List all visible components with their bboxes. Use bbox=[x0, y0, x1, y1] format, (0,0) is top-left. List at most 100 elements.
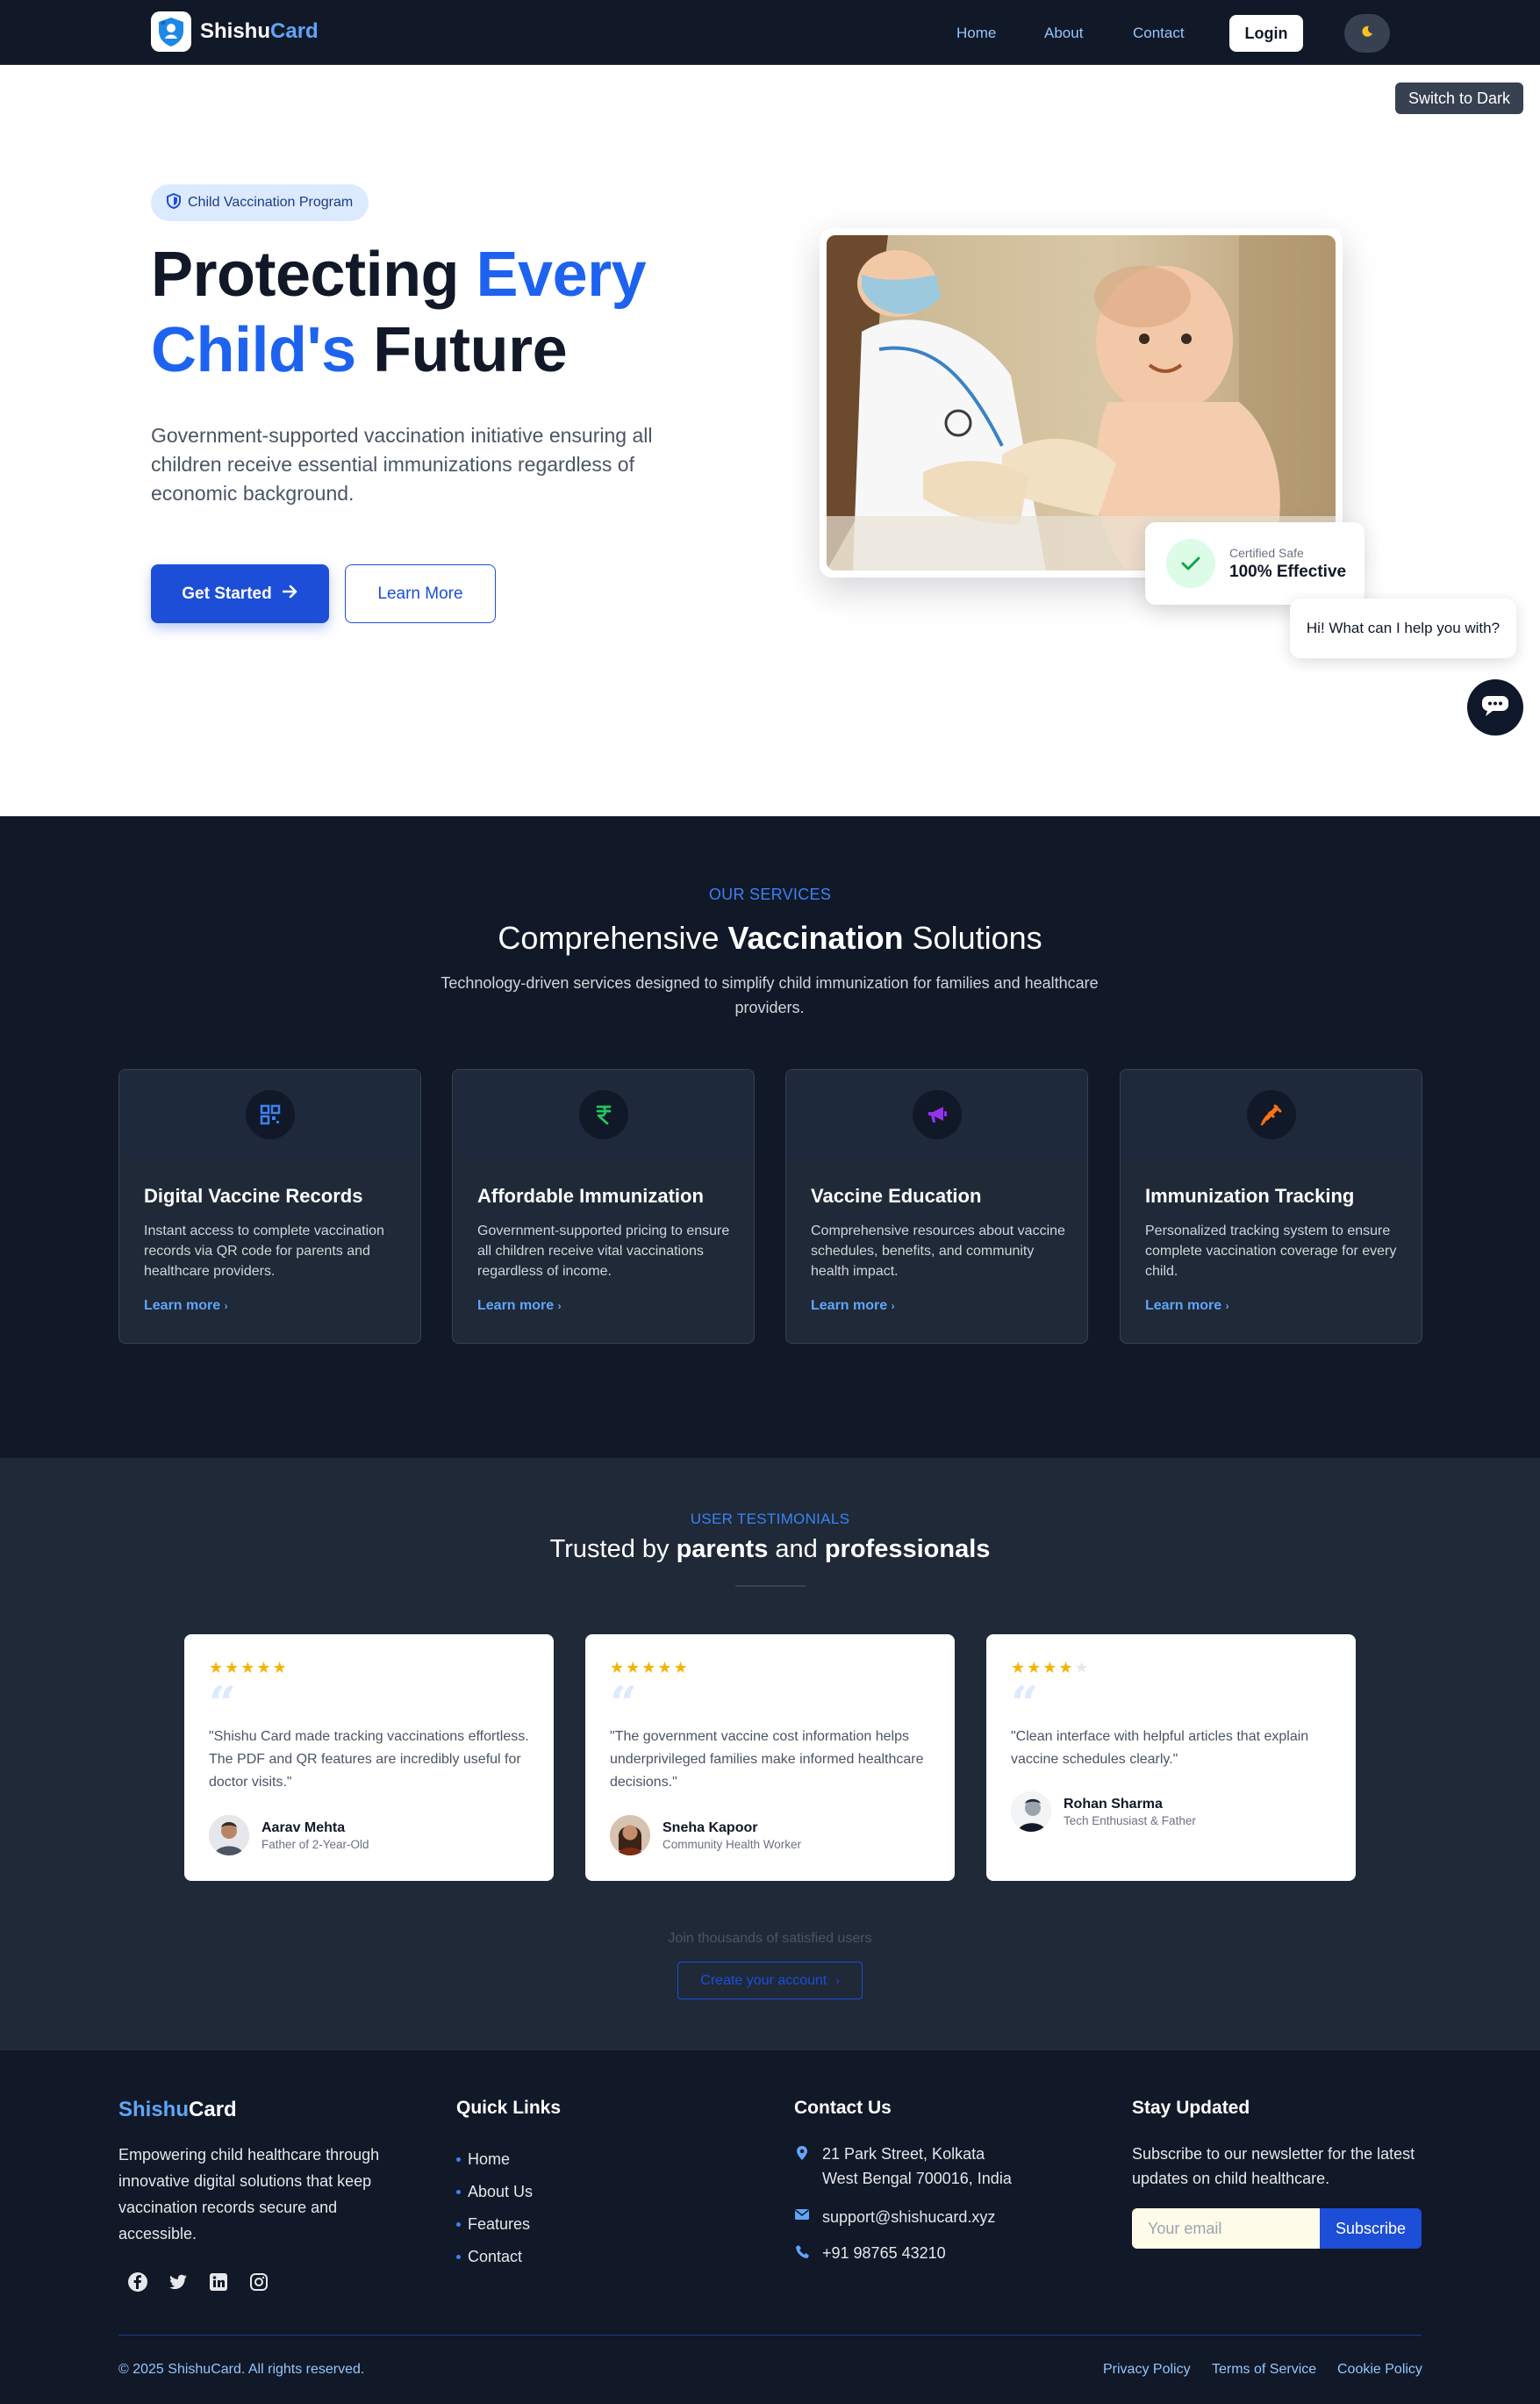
hero-title: Protecting Every Child's Future bbox=[151, 240, 647, 385]
author-name: Sneha Kapoor bbox=[663, 1819, 758, 1835]
get-started-button[interactable]: Get Started bbox=[151, 564, 329, 623]
check-icon bbox=[1166, 539, 1215, 588]
footer-link-home[interactable]: Home bbox=[456, 2143, 533, 2176]
chevron-right-icon: › bbox=[557, 1300, 562, 1312]
brand-name-part1: Shishu bbox=[200, 19, 271, 43]
linkedin-icon[interactable] bbox=[208, 2271, 229, 2293]
title-underline bbox=[735, 1585, 806, 1587]
footer-link-features[interactable]: Features bbox=[456, 2208, 533, 2241]
testimonial-text: "The government vaccine cost information… bbox=[610, 1729, 924, 1790]
service-card[interactable]: Vaccine Education Comprehensive resource… bbox=[785, 1069, 1088, 1344]
nav-link-contact[interactable]: Contact bbox=[1133, 25, 1185, 42]
services-section: OUR SERVICES Comprehensive Vaccination S… bbox=[0, 816, 1540, 1458]
newsletter-heading: Stay Updated bbox=[1132, 2098, 1250, 2118]
testimonial-card: ★★★★★ “ "Shishu Card made tracking vacci… bbox=[184, 1634, 554, 1881]
quote-icon: “ bbox=[610, 1676, 638, 1732]
shield-baby-logo-icon bbox=[151, 11, 191, 52]
testimonial-author: Aarav Mehta Father of 2-Year-Old bbox=[209, 1815, 369, 1855]
avatar bbox=[610, 1815, 650, 1855]
envelope-icon bbox=[794, 2205, 810, 2229]
syringe-icon bbox=[1246, 1090, 1296, 1139]
service-learn-more-link[interactable]: Learn more › bbox=[477, 1298, 562, 1314]
service-learn-more-link[interactable]: Learn more › bbox=[144, 1298, 228, 1314]
testimonials-section: USER TESTIMONIALS Trusted by parents and… bbox=[0, 1458, 1540, 2050]
top-navbar: ShishuCard Home About Contact Login bbox=[0, 0, 1540, 65]
switch-to-dark-button[interactable]: Switch to Dark bbox=[1395, 83, 1523, 114]
chevron-right-icon: › bbox=[891, 1300, 895, 1312]
cookie-policy-link[interactable]: Cookie Policy bbox=[1337, 2362, 1422, 2378]
quote-icon: “ bbox=[209, 1676, 237, 1732]
doctor-baby-photo bbox=[827, 235, 1336, 571]
chevron-right-icon: › bbox=[224, 1300, 228, 1312]
services-eyebrow: OUR SERVICES bbox=[708, 886, 832, 903]
testimonial-author: Sneha Kapoor Community Health Worker bbox=[610, 1815, 801, 1855]
nav-link-home[interactable]: Home bbox=[956, 25, 996, 42]
qr-code-icon bbox=[245, 1090, 295, 1139]
service-card[interactable]: Immunization Tracking Personalized track… bbox=[1120, 1069, 1422, 1344]
theme-toggle-button[interactable] bbox=[1344, 14, 1390, 53]
testimonial-card: ★★★★★ “ "Clean interface with helpful ar… bbox=[986, 1634, 1356, 1881]
chat-icon bbox=[1480, 694, 1510, 721]
hero-section: Child Vaccination Program Protecting Eve… bbox=[0, 65, 1540, 816]
quick-links-list: Home About Us Features Contact bbox=[456, 2143, 533, 2273]
chat-launcher-button[interactable] bbox=[1467, 679, 1523, 736]
quick-links-heading: Quick Links bbox=[456, 2098, 562, 2118]
author-name: Aarav Mehta bbox=[261, 1819, 346, 1835]
hero-subtitle: Government-supported vaccination initiat… bbox=[151, 424, 653, 505]
brand-name-part2: Card bbox=[270, 19, 319, 43]
newsletter-email-input[interactable] bbox=[1132, 2208, 1320, 2249]
service-learn-more-link[interactable]: Learn more › bbox=[1145, 1298, 1229, 1314]
footer-link-about[interactable]: About Us bbox=[456, 2176, 533, 2208]
privacy-policy-link[interactable]: Privacy Policy bbox=[1103, 2362, 1191, 2378]
learn-more-button[interactable]: Learn More bbox=[345, 564, 496, 623]
subscribe-button[interactable]: Subscribe bbox=[1320, 2208, 1422, 2249]
login-button[interactable]: Login bbox=[1229, 15, 1303, 52]
site-footer: ShishuCard Empowering child healthcare t… bbox=[0, 2050, 1540, 2404]
service-card-title: Digital Vaccine Records bbox=[144, 1185, 363, 1207]
footer-about: Empowering child healthcare through inno… bbox=[118, 2146, 380, 2243]
shield-icon bbox=[167, 192, 181, 213]
service-card-desc: Comprehensive resources about vaccine sc… bbox=[811, 1224, 1065, 1279]
create-account-button[interactable]: Create your account › bbox=[677, 1962, 863, 1999]
megaphone-icon bbox=[912, 1090, 962, 1139]
contact-email[interactable]: support@shishucard.xyz bbox=[794, 2205, 995, 2229]
testimonial-text: "Clean interface with helpful articles t… bbox=[1011, 1729, 1309, 1767]
service-card-title: Vaccine Education bbox=[811, 1185, 982, 1207]
services-title: Comprehensive Vaccination Solutions bbox=[498, 920, 1042, 956]
program-pill-label: Child Vaccination Program bbox=[188, 195, 354, 210]
nav-link-about[interactable]: About bbox=[1044, 25, 1083, 42]
footer-link-contact[interactable]: Contact bbox=[456, 2241, 533, 2273]
chat-greeting-bubble[interactable]: Hi! What can I help you with? bbox=[1290, 599, 1516, 658]
badge-value: 100% Effective bbox=[1229, 562, 1347, 581]
service-card[interactable]: Affordable Immunization Government-suppo… bbox=[452, 1069, 755, 1344]
service-card-title: Affordable Immunization bbox=[477, 1185, 704, 1207]
moon-icon bbox=[1360, 25, 1374, 43]
copyright-text: © 2025 ShishuCard. All rights reserved. bbox=[118, 2362, 365, 2377]
instagram-icon[interactable] bbox=[248, 2271, 269, 2293]
service-card[interactable]: Digital Vaccine Records Instant access t… bbox=[118, 1069, 421, 1344]
author-role: Tech Enthusiast & Father bbox=[1064, 1813, 1196, 1827]
chevron-right-icon: › bbox=[1225, 1300, 1229, 1312]
testimonials-title: Trusted by parents and professionals bbox=[549, 1535, 991, 1563]
badge-caption: Certified Safe bbox=[1229, 545, 1304, 560]
terms-of-service-link[interactable]: Terms of Service bbox=[1212, 2362, 1316, 2378]
star-rating: ★★★★★ bbox=[1011, 1659, 1091, 1676]
phone-icon bbox=[794, 2241, 810, 2265]
twitter-icon[interactable] bbox=[168, 2271, 189, 2293]
arrow-right-icon bbox=[282, 585, 298, 604]
service-card-desc: Personalized tracking system to ensure c… bbox=[1145, 1224, 1397, 1279]
service-learn-more-link[interactable]: Learn more › bbox=[811, 1298, 895, 1314]
certified-safe-badge: Certified Safe 100% Effective bbox=[1145, 522, 1365, 605]
contact-phone[interactable]: +91 98765 43210 bbox=[794, 2241, 946, 2265]
author-name: Rohan Sharma bbox=[1064, 1796, 1163, 1812]
testimonial-text: "Shishu Card made tracking vaccinations … bbox=[209, 1729, 529, 1790]
facebook-icon[interactable] bbox=[127, 2271, 148, 2293]
brand-logo[interactable]: ShishuCard bbox=[151, 11, 319, 52]
star-rating: ★★★★★ bbox=[610, 1659, 690, 1676]
quote-icon: “ bbox=[1011, 1676, 1039, 1732]
testimonial-card: ★★★★★ “ "The government vaccine cost inf… bbox=[585, 1634, 955, 1881]
footer-brand: ShishuCard bbox=[118, 2098, 237, 2121]
newsletter-text: Subscribe to our newsletter for the late… bbox=[1132, 2145, 1415, 2187]
social-links bbox=[127, 2271, 269, 2293]
map-pin-icon bbox=[794, 2142, 810, 2191]
